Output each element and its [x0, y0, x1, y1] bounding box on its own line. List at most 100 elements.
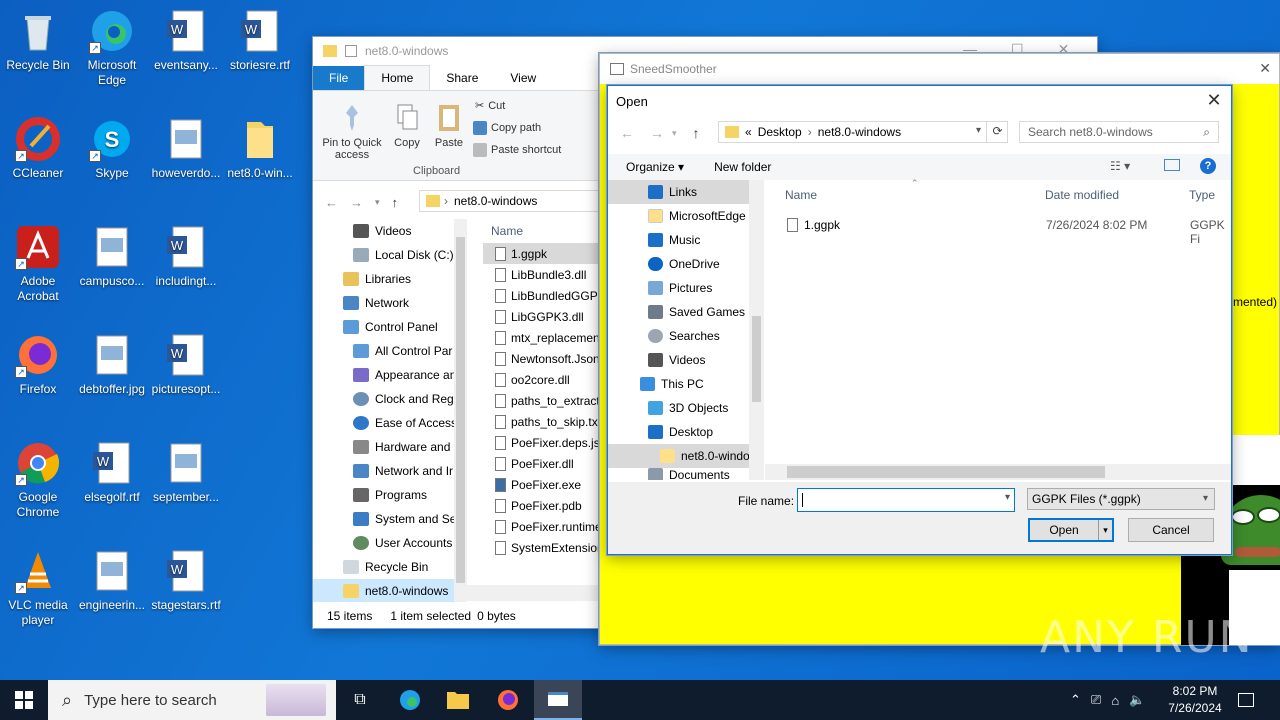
cancel-button[interactable]: Cancel: [1128, 518, 1214, 542]
open-button[interactable]: Open ▾: [1028, 518, 1114, 542]
file-row[interactable]: PoeFixer.runtime: [483, 516, 613, 537]
column-header-date[interactable]: Date modified: [1045, 188, 1119, 202]
file-row[interactable]: 1.ggpk: [483, 243, 613, 264]
refresh-icon[interactable]: ⟳: [986, 121, 1008, 143]
recent-chevron-icon[interactable]: ▾: [672, 128, 677, 139]
desktop-icon-elsegolf[interactable]: W elsegolf.rtf: [74, 440, 150, 505]
breadcrumb-overflow[interactable]: «: [745, 125, 752, 139]
close-icon[interactable]: ✕: [1259, 60, 1271, 77]
tree-item-links[interactable]: Links: [608, 180, 764, 204]
dialog-search-input[interactable]: Search net8.0-windows ⌕: [1019, 121, 1219, 143]
tree-item-microsoftedge[interactable]: MicrosoftEdge: [608, 204, 764, 228]
nav-item-libraries[interactable]: Libraries: [313, 267, 467, 291]
nav-item-appearance[interactable]: Appearance an: [313, 363, 467, 387]
file-row[interactable]: LibBundle3.dll: [483, 264, 613, 285]
file-row[interactable]: PoeFixer.pdb: [483, 495, 613, 516]
breadcrumb-desktop[interactable]: Desktop: [758, 125, 802, 139]
tree-item-desktop[interactable]: Desktop: [608, 420, 764, 444]
desktop-icon-skype[interactable]: S ↗ Skype: [74, 116, 150, 181]
notification-button[interactable]: [1238, 680, 1254, 720]
scrollbar-thumb[interactable]: [456, 237, 465, 583]
nav-item-net8-windows[interactable]: net8.0-windows: [313, 579, 467, 602]
nav-item-clock-region[interactable]: Clock and Regi: [313, 387, 467, 411]
desktop-icon-stagestars[interactable]: W stagestars.rtf: [148, 548, 224, 613]
tree-item-net8-windows[interactable]: net8.0-windo: [608, 444, 764, 468]
taskbar-search[interactable]: ⌕ Type here to search: [48, 680, 336, 720]
desktop-icon-september[interactable]: september...: [148, 440, 224, 505]
tab-file[interactable]: File: [313, 66, 365, 90]
taskbar-explorer[interactable]: [434, 680, 482, 720]
tree-item-onedrive[interactable]: OneDrive: [608, 252, 764, 276]
pin-quick-access-button[interactable]: Pin to Quick access: [317, 101, 387, 161]
tree-item-videos[interactable]: Videos: [608, 348, 764, 372]
desktop-icon-howeverdo[interactable]: howeverdo...: [148, 116, 224, 181]
nav-pane-scrollbar[interactable]: [454, 219, 467, 602]
tree-scrollbar[interactable]: [749, 180, 764, 480]
forward-arrow-icon[interactable]: →: [350, 195, 363, 210]
view-options-icon[interactable]: ☷ ▾: [1110, 159, 1130, 173]
filetype-select[interactable]: GGPK Files (*.ggpk) ▾: [1027, 488, 1215, 510]
nav-item-ease-of-access[interactable]: Ease of Access: [313, 411, 467, 435]
tab-share[interactable]: Share: [430, 66, 494, 90]
column-header-name[interactable]: Name: [483, 219, 613, 243]
copy-path-button[interactable]: Copy path: [473, 121, 541, 135]
tab-view[interactable]: View: [494, 66, 552, 90]
organize-button[interactable]: Organize ▾: [626, 160, 684, 174]
nav-item-videos[interactable]: Videos: [313, 219, 467, 243]
nav-item-control-panel[interactable]: Control Panel: [313, 315, 467, 339]
nav-item-local-disk[interactable]: Local Disk (C:): [313, 243, 467, 267]
start-button[interactable]: [0, 680, 48, 720]
file-row[interactable]: SystemExtension: [483, 537, 613, 558]
forward-arrow-icon[interactable]: →: [650, 125, 664, 141]
tree-item-3d-objects[interactable]: 3D Objects: [608, 396, 764, 420]
back-arrow-icon[interactable]: ←: [620, 125, 634, 141]
file-row[interactable]: LibGGPK3.dll: [483, 306, 613, 327]
address-dropdown-icon[interactable]: ▾: [976, 125, 981, 136]
file-row[interactable]: oo2core.dll: [483, 369, 613, 390]
copy-button[interactable]: Copy: [387, 101, 427, 149]
desktop-icon-engineerin[interactable]: engineerin...: [74, 548, 150, 613]
desktop-icon-campusco[interactable]: campusco...: [74, 224, 150, 289]
nav-item-recycle-bin[interactable]: Recycle Bin: [313, 555, 467, 579]
network-tray-icon[interactable]: ⎚: [1091, 692, 1101, 708]
desktop-icon-picturesopt[interactable]: W picturesopt...: [148, 332, 224, 397]
desktop-icon-net8-folder[interactable]: net8.0-win...: [222, 116, 298, 181]
file-list-hscrollbar[interactable]: [765, 464, 1231, 480]
up-arrow-icon[interactable]: ↑: [392, 195, 399, 210]
file-row[interactable]: paths_to_skip.txt: [483, 411, 613, 432]
filename-input[interactable]: ▾: [797, 488, 1015, 512]
tree-item-documents[interactable]: Documents: [608, 468, 764, 480]
column-header-type[interactable]: Type: [1189, 188, 1215, 202]
file-row[interactable]: Newtonsoft.Json: [483, 348, 613, 369]
nav-item-user-accounts[interactable]: User Accounts: [313, 531, 467, 555]
task-view-button[interactable]: ⧉: [336, 680, 384, 720]
desktop-icon-recycle-bin[interactable]: Recycle Bin: [0, 8, 76, 73]
tree-item-this-pc[interactable]: This PC: [608, 372, 764, 396]
nav-item-network-internet[interactable]: Network and Ir: [313, 459, 467, 483]
paste-button[interactable]: Paste: [429, 101, 469, 149]
desktop-icon-includingt[interactable]: W includingt...: [148, 224, 224, 289]
column-header-name[interactable]: Name: [785, 188, 817, 202]
file-row[interactable]: PoeFixer.deps.jso: [483, 432, 613, 453]
tray-chevron-icon[interactable]: ⌃: [1070, 692, 1081, 708]
tree-item-music[interactable]: Music: [608, 228, 764, 252]
preview-pane-icon[interactable]: [1164, 159, 1180, 171]
volume-icon[interactable]: 🔈: [1129, 692, 1145, 708]
recent-chevron-icon[interactable]: ▾: [375, 197, 380, 208]
help-icon[interactable]: ?: [1200, 158, 1216, 174]
split-dropdown-icon[interactable]: ▾: [1098, 520, 1112, 540]
taskbar-sneedsmoother[interactable]: [534, 680, 582, 720]
file-row[interactable]: paths_to_extract: [483, 390, 613, 411]
nav-item-hardware[interactable]: Hardware and: [313, 435, 467, 459]
desktop-icon-edge[interactable]: ↗ Microsoft Edge: [74, 8, 150, 88]
desktop-icon-debtoffer[interactable]: debtoffer.jpg: [74, 332, 150, 397]
taskbar-clock[interactable]: 8:02 PM 7/26/2024: [1160, 683, 1230, 717]
taskbar-edge[interactable]: [386, 680, 434, 720]
desktop-icon-acrobat[interactable]: ↗ Adobe Acrobat: [0, 224, 76, 304]
taskbar-firefox[interactable]: [484, 680, 532, 720]
cut-button[interactable]: ✂ Cut: [475, 99, 505, 113]
file-list-hscrollbar[interactable]: [467, 585, 613, 601]
tab-home[interactable]: Home: [364, 65, 431, 90]
breadcrumb-net8[interactable]: net8.0-windows: [818, 125, 901, 139]
file-row[interactable]: LibBundledGGPK: [483, 285, 613, 306]
